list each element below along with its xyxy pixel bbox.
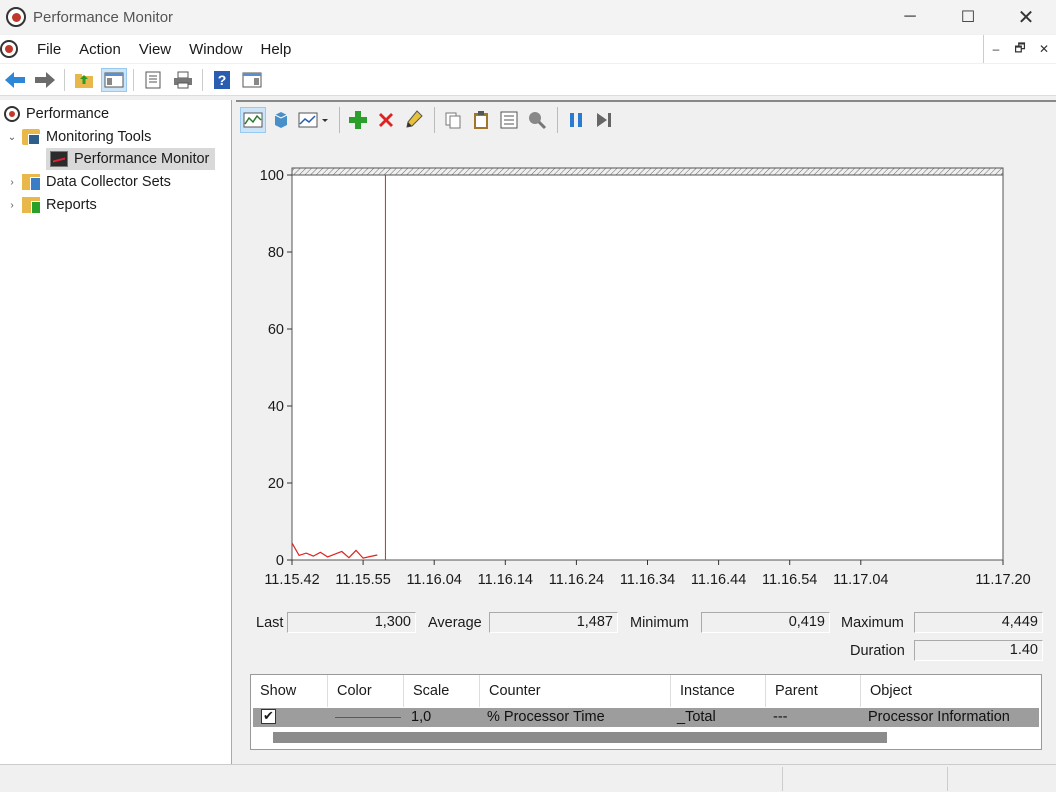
column-header-parent[interactable]: Parent: [766, 675, 861, 707]
back-arrow-icon[interactable]: [2, 68, 28, 92]
stat-minimum-value: 0,419: [701, 612, 830, 633]
table-row[interactable]: ✔ 1,0 % Processor Time _Total --- Proces…: [253, 708, 1039, 727]
stat-last-label: Last: [256, 615, 284, 631]
horizontal-scrollbar[interactable]: [273, 732, 887, 743]
monitoring-tools-icon: [22, 129, 40, 145]
mdi-controls: – 🗗 ✕: [983, 35, 1056, 63]
tree-item-performance-monitor[interactable]: Performance Monitor: [46, 148, 216, 170]
stat-average-label: Average: [428, 615, 482, 631]
print-icon[interactable]: [170, 68, 196, 92]
x-tick-label: 11.15.42: [264, 572, 319, 588]
tree-item-monitoring-tools[interactable]: ⌄ Monitoring Tools: [6, 126, 151, 148]
mdi-restore-button[interactable]: 🗗: [1008, 39, 1032, 60]
tree-item-data-collector-sets[interactable]: › Data Collector Sets: [6, 171, 171, 193]
toolbar-separator: [133, 68, 134, 91]
x-tick-label: 11.17.04: [833, 572, 888, 588]
x-tick-label: 11.16.34: [620, 572, 675, 588]
mdi-minimize-button[interactable]: –: [984, 42, 1008, 56]
stat-minimum-label: Minimum: [630, 615, 689, 631]
y-tick-label: 100: [260, 168, 284, 184]
title-bar: Performance Monitor ─ ☐ ✕: [0, 0, 1056, 34]
cell-instance: _Total: [677, 709, 716, 725]
menu-action[interactable]: Action: [70, 41, 130, 58]
stat-average-value: 1,487: [489, 612, 618, 633]
x-tick-label: 11.16.44: [691, 572, 746, 588]
show-checkbox[interactable]: ✔: [261, 709, 276, 724]
collapsed-chevron-icon[interactable]: ›: [6, 177, 18, 188]
performance-monitor-icon: [50, 151, 68, 167]
x-tick-label: 11.16.24: [549, 572, 604, 588]
properties-icon[interactable]: [140, 68, 166, 92]
show-hide-tree-icon[interactable]: [101, 67, 127, 92]
up-folder-icon[interactable]: [71, 68, 97, 92]
x-tick-label: 11.15.55: [335, 572, 390, 588]
tree-item-reports[interactable]: › Reports: [6, 194, 97, 216]
stat-duration-label: Duration: [850, 643, 905, 659]
column-header-object[interactable]: Object: [861, 675, 1041, 707]
minimize-button[interactable]: ─: [881, 0, 939, 34]
performance-monitor-app-icon[interactable]: [6, 7, 26, 27]
plot-area: [291, 174, 1004, 561]
tree-item-label: Performance: [26, 106, 110, 122]
help-icon[interactable]: ?: [209, 68, 235, 92]
forward-arrow-icon[interactable]: [32, 68, 58, 92]
status-bar-separator: [782, 767, 783, 791]
expanded-chevron-icon[interactable]: ⌄: [6, 132, 18, 143]
menu-help[interactable]: Help: [251, 41, 300, 58]
toolbar-separator: [202, 68, 203, 91]
cell-counter: % Processor Time: [487, 709, 605, 725]
show-hide-action-pane-icon[interactable]: [239, 68, 265, 92]
stat-maximum-value: 4,449: [914, 612, 1043, 633]
y-tick-label: 40: [268, 399, 284, 415]
status-bar: [0, 764, 1056, 792]
tree-item-performance[interactable]: Performance: [4, 103, 109, 125]
tree-item-label: Performance Monitor: [74, 151, 210, 167]
navigation-tree: Performance ⌄ Monitoring Tools Performan…: [0, 100, 232, 764]
x-tick-label: 11.16.14: [478, 572, 533, 588]
column-header-show[interactable]: Show: [251, 675, 328, 707]
tree-item-label: Reports: [46, 197, 97, 213]
x-tick-label: 11.16.04: [407, 572, 462, 588]
x-tick-label: 11.17.20: [975, 572, 1030, 588]
reports-icon: [22, 197, 41, 214]
system-menu-icon[interactable]: [0, 40, 18, 58]
y-tick-label: 20: [268, 476, 284, 492]
cell-object: Processor Information: [868, 709, 1010, 725]
series-color-swatch: [335, 717, 401, 718]
performance-line-chart: 0 20 40 60 80 100 11.15.42 11.15.55 11.16.04 11.1…: [260, 167, 1031, 588]
y-tick-label: 0: [276, 553, 284, 569]
stat-duration-value: 1.40: [914, 640, 1043, 661]
column-header-instance[interactable]: Instance: [671, 675, 766, 707]
counter-table: Show Color Scale Counter Instance Parent…: [250, 674, 1042, 750]
menu-file[interactable]: File: [28, 41, 70, 58]
menu-window[interactable]: Window: [180, 41, 251, 58]
menu-bar: File Action View Window Help – 🗗 ✕: [0, 35, 1056, 63]
window-title: Performance Monitor: [33, 8, 174, 26]
maximize-button[interactable]: ☐: [939, 0, 997, 34]
y-tick-label: 80: [268, 245, 284, 261]
cell-parent: ---: [773, 709, 788, 725]
tree-item-label: Monitoring Tools: [46, 129, 152, 145]
stat-maximum-label: Maximum: [841, 615, 904, 631]
toolbar-separator: [64, 68, 65, 91]
x-tick-label: 11.16.54: [762, 572, 817, 588]
performance-monitor-pane: 0 20 40 60 80 100 11.15.42 11.15.55 11.16.04 11.1…: [236, 100, 1056, 764]
column-header-scale[interactable]: Scale: [404, 675, 480, 707]
main-toolbar: ?: [0, 64, 1056, 96]
plot-top-band: [291, 167, 1004, 176]
tree-item-label: Data Collector Sets: [46, 174, 171, 190]
menu-view[interactable]: View: [130, 41, 180, 58]
stat-last-value: 1,300: [287, 612, 416, 633]
performance-icon: [4, 106, 20, 122]
column-header-counter[interactable]: Counter: [480, 675, 671, 707]
cell-scale: 1,0: [411, 709, 432, 725]
svg-text:?: ?: [218, 72, 227, 88]
status-bar-separator: [947, 767, 948, 791]
close-button[interactable]: ✕: [997, 0, 1055, 34]
data-collector-sets-icon: [22, 174, 41, 191]
column-header-color[interactable]: Color: [328, 675, 404, 707]
collapsed-chevron-icon[interactable]: ›: [6, 200, 18, 211]
y-tick-label: 60: [268, 322, 284, 338]
mdi-close-button[interactable]: ✕: [1032, 42, 1056, 56]
